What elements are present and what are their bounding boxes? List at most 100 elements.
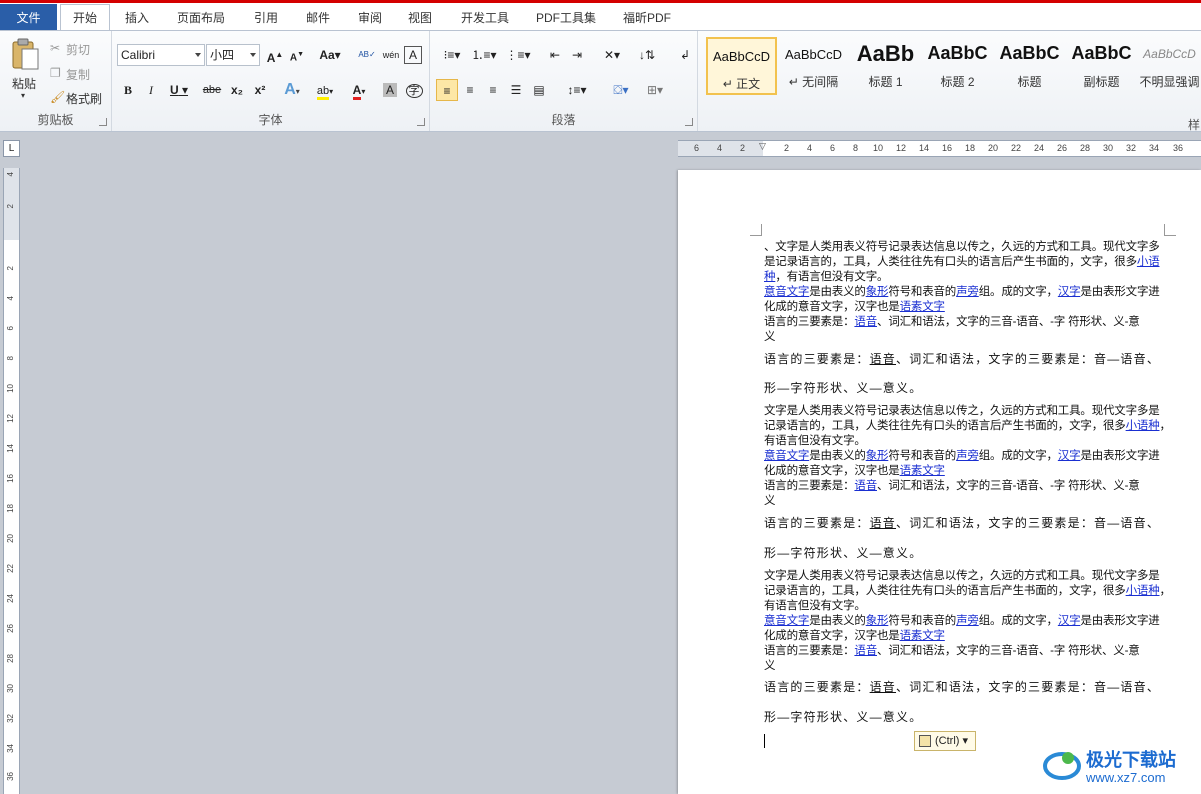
link[interactable]: 意音文字 [764,286,809,298]
document-page[interactable]: 、文字是人类用表义符号记录表达信息以传之，久远的方式和工具。现代文字多 是记录语… [678,170,1201,794]
chinese-layout-button[interactable]: ✕▾ [598,44,626,66]
clipboard-launcher-icon[interactable] [99,118,107,126]
link[interactable]: 语音 [854,645,877,657]
underline-button[interactable]: U ▾ [164,79,194,101]
format-painter-button[interactable]: 🖌 格式刷 [50,90,108,108]
tab-file[interactable]: 文件 [0,4,57,32]
link[interactable]: 小语 [1137,256,1160,268]
grow-font-button[interactable]: A▲ [264,44,286,66]
multilevel-list-button[interactable]: ⋮≡▾ [504,44,532,66]
vertical-ruler[interactable]: 4 2 2 4 6 8 10 12 14 16 18 20 22 24 26 2… [3,168,20,794]
sort-button[interactable]: ↓⇅ [636,44,658,66]
bullets-button[interactable]: ⁝≡▾ [438,44,466,66]
clear-format-button[interactable]: AB✓ [356,44,378,66]
paste-button[interactable]: 粘贴 ▾ [6,35,44,105]
tab-developer[interactable]: 开发工具 [450,6,520,31]
ruler-tick-label: 6 [6,326,15,331]
link[interactable]: 汉字 [1058,450,1081,462]
decrease-indent-button[interactable]: ⇤ [544,44,566,66]
tab-view[interactable]: 视图 [398,6,442,31]
ruler-tick-label: 6 [830,143,836,153]
change-case-button[interactable]: Aa▾ [316,44,344,66]
style-no-spacing[interactable]: AaBbCcD ↵ 无间隔 [778,37,849,95]
numbering-button[interactable]: ⒈≡▾ [470,44,498,66]
ruler-tick-label: 28 [6,654,15,663]
tab-page-layout[interactable]: 页面布局 [168,6,234,31]
shrink-font-button[interactable]: A▼ [286,44,308,66]
copy-button[interactable]: ❐ 复制 [50,66,106,84]
link[interactable]: 意音文字 [764,450,809,462]
tab-pdf-tools[interactable]: PDF工具集 [528,6,604,31]
superscript-button[interactable]: x² [249,79,271,101]
font-launcher-icon[interactable] [417,118,425,126]
link[interactable]: 语素文字 [900,465,945,477]
link[interactable]: 声旁 [956,286,979,298]
ruler-tick-label: 6 [694,143,700,153]
link[interactable]: 声旁 [956,450,979,462]
char-border-button[interactable]: A [404,46,422,64]
increase-indent-button[interactable]: ⇥ [566,44,588,66]
ruler-tick-label: 36 [6,772,15,781]
line-spacing-button[interactable]: ↕≡▾ [562,79,592,101]
horizontal-ruler[interactable]: 6 4 2 ▽ 2 4 6 8 10 12 14 16 18 20 22 24 … [678,140,1201,157]
style-title[interactable]: AaBbC 标题 [994,37,1065,95]
enclose-char-button[interactable]: 字 [403,79,425,101]
link[interactable]: 语素文字 [900,301,945,313]
style-heading-1[interactable]: AaBb 标题 1 [850,37,921,95]
link[interactable]: 象形 [866,615,889,627]
font-name-combo[interactable]: Calibri [117,44,205,66]
link[interactable]: 小语种 [1126,420,1160,432]
align-right-button[interactable]: ≡ [482,79,504,101]
cut-label: 剪切 [66,43,91,57]
numbering-icon: ⒈≡▾ [471,48,497,62]
link[interactable]: 语素文字 [900,630,945,642]
link[interactable]: 种 [764,271,776,283]
font-color-button[interactable]: A▾ [344,79,374,101]
align-left-button[interactable]: ≡ [436,79,458,101]
first-line-indent-marker[interactable]: ▽ [759,141,766,152]
bold-button[interactable]: B [117,79,139,101]
tab-foxit-pdf[interactable]: 福昕PDF [612,6,682,31]
show-marks-button[interactable]: ↲ [674,44,696,66]
style-subtle-emphasis[interactable]: AaBbCcD 不明显强调 [1138,37,1201,95]
link[interactable]: 汉字 [1058,286,1081,298]
link[interactable]: 语音 [854,480,877,492]
paragraph-launcher-icon[interactable] [685,118,693,126]
link[interactable]: 汉字 [1058,615,1081,627]
link[interactable]: 意音文字 [764,615,809,627]
shading-button[interactable]: ⛋▾ [606,79,636,101]
tab-insert[interactable]: 插入 [115,6,159,31]
phonetic-guide-button[interactable]: wén [380,44,402,66]
font-size-dropdown-icon [250,53,256,57]
tab-references[interactable]: 引用 [244,6,288,31]
char-shading-button[interactable]: A [379,79,401,101]
strikethrough-button[interactable]: abe [200,79,224,101]
link[interactable]: 小语种 [1126,585,1160,597]
link[interactable]: 象形 [866,286,889,298]
enclose-char-icon: 字 [405,84,423,98]
link[interactable]: 语音 [854,316,877,328]
italic-button[interactable]: I [140,79,162,101]
justify-button[interactable]: ☰ [505,79,527,101]
tab-stop-selector[interactable]: L [3,140,20,157]
cut-button[interactable]: ✂ 剪切 [50,41,106,59]
text-effects-icon: A [284,81,296,98]
clear-format-icon: AB✓ [358,50,376,59]
styles-group-label: 样 [1188,118,1201,132]
tab-mailings[interactable]: 邮件 [296,6,340,31]
text-effects-button[interactable]: A▾ [278,79,306,101]
style-heading-2[interactable]: AaBbC 标题 2 [922,37,993,95]
paste-options-button[interactable]: (Ctrl) ▾ [914,731,976,751]
style-normal[interactable]: AaBbCcD ↵ 正文 [706,37,777,95]
style-subtitle[interactable]: AaBbC 副标题 [1066,37,1137,95]
tab-review[interactable]: 审阅 [348,6,392,31]
tab-home[interactable]: 开始 [60,4,110,32]
align-center-button[interactable]: ≡ [459,79,481,101]
link[interactable]: 象形 [866,450,889,462]
subscript-button[interactable]: x₂ [226,79,248,101]
highlight-button[interactable]: ab▾ [310,79,340,101]
borders-button[interactable]: ⊞▾ [640,79,670,101]
link[interactable]: 声旁 [956,615,979,627]
distributed-button[interactable]: ▤ [528,79,550,101]
font-size-combo[interactable]: 小四 [206,44,260,66]
